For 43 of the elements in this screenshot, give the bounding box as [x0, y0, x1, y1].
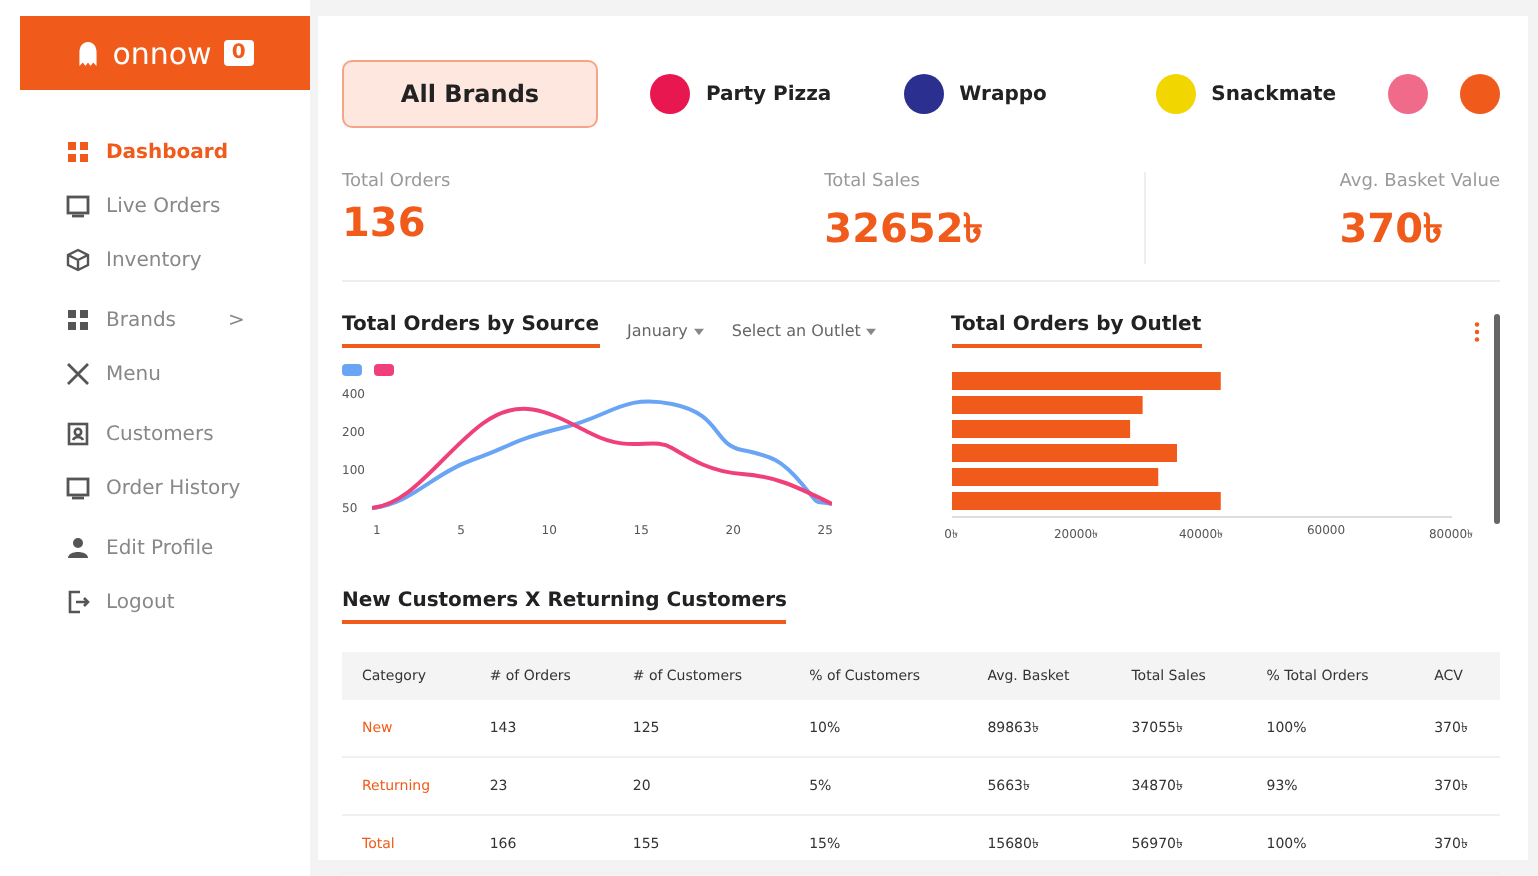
brand-tab[interactable]: All Brands	[342, 60, 598, 128]
brand-logo-icon	[903, 74, 944, 114]
sidebar-item[interactable]: Brands >	[66, 302, 310, 338]
stat-value: 136	[342, 198, 428, 246]
chart-title: Total Orders by Outlet	[951, 314, 1202, 348]
sidebar-item[interactable]: Customers	[66, 416, 310, 452]
monitor-icon	[66, 194, 90, 218]
more-options-icon[interactable]	[1474, 321, 1481, 341]
cube-icon	[66, 248, 90, 272]
stat-label: Total Orders	[342, 172, 451, 192]
brand-logo-icon	[1388, 74, 1429, 114]
sidebar-item[interactable]: Order History	[66, 470, 310, 506]
sidebar-item[interactable]: Logout	[66, 584, 310, 620]
monitor-icon	[66, 476, 90, 500]
grid-icon	[66, 140, 90, 164]
stat-value: 370৳	[1339, 202, 1445, 256]
contact-card-icon	[66, 422, 90, 446]
logo-badge: 0	[223, 40, 254, 66]
sidebar-item[interactable]: Inventory	[66, 242, 310, 278]
table-title: New Customers X Returning Customers	[342, 590, 787, 624]
grid-icon	[66, 308, 90, 332]
legend-swatch	[374, 364, 394, 376]
sidebar-item[interactable]: Dashboard	[66, 134, 310, 170]
stat-label: Avg. Basket Value	[1339, 172, 1501, 192]
caret-icon	[693, 327, 704, 335]
stat-value: 32652৳	[824, 202, 984, 256]
sidebar-item[interactable]: Live Orders	[66, 188, 310, 224]
person-icon	[66, 536, 90, 560]
ghost-icon	[76, 39, 101, 67]
legend-swatch	[342, 364, 362, 376]
logout-icon	[66, 590, 90, 614]
chart-title: Total Orders by Source	[342, 314, 600, 348]
filter-dropdown[interactable]: Select an Outlet	[731, 322, 877, 340]
filter-dropdown[interactable]: January	[627, 322, 704, 340]
sidebar-item[interactable]: Edit Profile	[66, 530, 310, 566]
brand-logo-icon	[1460, 74, 1501, 114]
brand-logo-icon	[1155, 74, 1196, 114]
stat-label: Total Sales	[824, 172, 922, 192]
caret-icon	[866, 327, 877, 335]
sidebar-item[interactable]: Menu	[66, 356, 310, 392]
brand-logo-icon	[650, 74, 690, 114]
logo-text: onnow	[112, 35, 212, 71]
scrollbar[interactable]	[1494, 314, 1501, 524]
